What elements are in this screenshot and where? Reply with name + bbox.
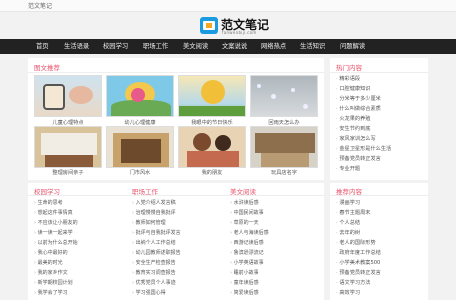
gallery-caption-8[interactable]: 玩具店名字 [250, 169, 318, 176]
work-item[interactable]: 教师如何管理 [132, 219, 166, 226]
campus-item[interactable]: 新学期校园计划 [34, 279, 73, 286]
hot-item[interactable]: 精彩语段 [336, 75, 360, 82]
hot-divider [330, 72, 428, 73]
work-item[interactable]: 出纳个人工作总结 [132, 239, 176, 246]
nav-item-work[interactable]: 职场工作 [143, 39, 168, 54]
gallery-caption-3[interactable]: 我眼中的节日快乐 [178, 119, 246, 126]
reading-item[interactable]: 草原的一天 [230, 219, 259, 226]
logo-icon [200, 17, 218, 34]
recommend-item[interactable]: 预备党员转正发言 [336, 269, 381, 276]
work-item[interactable]: 治理慢慢自我批评 [132, 209, 176, 216]
hot-title: 热门内容 [336, 64, 362, 72]
columns-panel: 校园学习 职场工作 美文阅读 生命的思考 想起这件事情真 不应该让小朋友的 读一… [28, 183, 324, 300]
work-item[interactable]: 批评与自我批评发言 [132, 229, 181, 236]
hot-item[interactable]: 口腔健康知识 [336, 85, 370, 92]
hot-item[interactable]: 家风家训怎么写 [336, 135, 375, 142]
gallery-caption-5[interactable]: 整理房间亲子 [34, 169, 102, 176]
campus-item[interactable]: 想起这件事情真 [34, 209, 73, 216]
gallery-caption-4[interactable]: 回雨天怎么办 [250, 119, 318, 126]
gallery-caption-2[interactable]: 幼儿心理健康 [106, 119, 174, 126]
gallery-caption-6[interactable]: 门市风水 [106, 169, 174, 176]
work-item[interactable]: 入党介绍人发言稿 [132, 199, 176, 206]
work-item[interactable]: 优秀党员个人事迹 [132, 279, 176, 286]
nav-item-campus[interactable]: 校园学习 [103, 39, 128, 54]
gallery-thumb-7[interactable] [178, 126, 246, 168]
campus-item[interactable]: 我的家乡作文 [34, 269, 68, 276]
work-item[interactable]: 教育实习调查报告 [132, 269, 176, 276]
main-nav: 首页 生活语录 校园学习 职场工作 美文阅读 文案说说 网络热点 生活知识 问题… [0, 39, 456, 54]
recommend-item[interactable]: 漫画学习 [336, 199, 360, 206]
gallery-thumb-6[interactable] [106, 126, 174, 168]
gallery-thumb-5[interactable] [34, 126, 102, 168]
gallery-panel: 图文推荐 儿童心理特点 幼儿心理健康 我眼中的节日快乐 回雨天怎么办 整理房间亲… [28, 58, 324, 180]
recommend-item[interactable]: 小学美术教案500 [336, 259, 380, 266]
work-item[interactable]: 安全生产检查报告 [132, 259, 176, 266]
nav-item-copy[interactable]: 文案说说 [222, 39, 247, 54]
nav-item-knowledge[interactable]: 生活知识 [300, 39, 325, 54]
top-bar: 范文笔记 [0, 0, 456, 12]
recommend-item[interactable]: 老人的国际形势 [336, 239, 375, 246]
columns-divider [28, 195, 324, 196]
campus-item[interactable]: 生命的思考 [34, 199, 63, 206]
reading-item[interactable]: 鲁滨逊漂流记 [230, 249, 264, 256]
gallery-title: 图文推荐 [34, 64, 60, 72]
hot-item[interactable]: 什么叫做综合素质 [336, 105, 381, 112]
recommend-divider [330, 195, 428, 196]
reading-item[interactable]: 童年读后感 [230, 279, 259, 286]
campus-item[interactable]: 以前为什么总开始 [34, 239, 78, 246]
reading-item[interactable]: 老人与海读后感 [230, 229, 269, 236]
reading-item[interactable]: 睡前小故事 [230, 269, 259, 276]
campus-item[interactable]: 最美的时光 [34, 259, 63, 266]
nav-item-reading[interactable]: 美文阅读 [183, 39, 208, 54]
hot-item[interactable]: 分米等于多少厘米 [336, 95, 381, 102]
reading-item[interactable]: 西游记读后感 [230, 239, 264, 246]
gallery-thumb-8[interactable] [250, 126, 318, 168]
gallery-thumb-2[interactable] [106, 75, 174, 117]
hot-item[interactable]: 预备党员转正发言 [336, 155, 381, 162]
gallery-caption-7[interactable]: 我的朋友 [178, 169, 246, 176]
reading-item[interactable]: 水浒读后感 [230, 199, 259, 206]
hot-panel: 热门内容 精彩语段 口腔健康知识 分米等于多少厘米 什么叫做综合素质 火龙果的养… [330, 58, 428, 180]
work-item[interactable]: 学习强国心得 [132, 289, 166, 296]
campus-item[interactable]: 读一读一起来学 [34, 229, 73, 236]
campus-item[interactable]: 我学会了学习 [34, 289, 68, 296]
campus-item[interactable]: 我心中最好的 [34, 249, 68, 256]
reading-item[interactable]: 小学英语故事 [230, 259, 264, 266]
top-bar-site-name[interactable]: 范文笔记 [28, 1, 52, 10]
nav-item-home[interactable]: 首页 [36, 39, 49, 54]
logo-subtitle: fanwenbiji.com [222, 30, 257, 35]
recommend-item[interactable]: 去年的树 [336, 229, 360, 236]
recommend-item[interactable]: 高效学习 [336, 289, 360, 296]
gallery-divider [28, 72, 324, 73]
work-item[interactable]: 幼儿园教师述职报告 [132, 249, 181, 256]
nav-item-answers[interactable]: 问题解读 [340, 39, 365, 54]
reading-item[interactable]: 中国民间故事 [230, 209, 264, 216]
recommend-item[interactable]: 政府年度工作总结 [336, 249, 381, 256]
gallery-caption-1[interactable]: 儿童心理特点 [34, 119, 102, 126]
gallery-thumb-3[interactable] [178, 75, 246, 117]
campus-item[interactable]: 不应该让小朋友的 [34, 219, 78, 226]
hot-item[interactable]: 金星卫星形是什么生活 [336, 145, 391, 152]
recommend-item[interactable]: 语文学习方法 [336, 279, 370, 286]
hot-item[interactable]: 火龙果的养殖 [336, 115, 370, 122]
nav-item-trending[interactable]: 网络热点 [261, 39, 286, 54]
gallery-thumb-4[interactable] [250, 75, 318, 117]
site-logo[interactable]: 范文笔记 fanwenbiji.com [200, 16, 270, 36]
gallery-thumb-1[interactable] [34, 75, 102, 117]
recommend-item[interactable]: 春节主题周末 [336, 209, 370, 216]
recommend-item[interactable]: 个人总结 [336, 219, 360, 226]
hot-item[interactable]: 安生节约到底 [336, 125, 370, 132]
nav-item-quotes[interactable]: 生活语录 [64, 39, 89, 54]
reading-item[interactable]: 简爱读后感 [230, 289, 259, 296]
recommend-panel: 推荐内容 漫画学习 春节主题周末 个人总结 去年的树 老人的国际形势 政府年度工… [330, 183, 428, 300]
hot-item[interactable]: 专业开题 [336, 165, 360, 172]
